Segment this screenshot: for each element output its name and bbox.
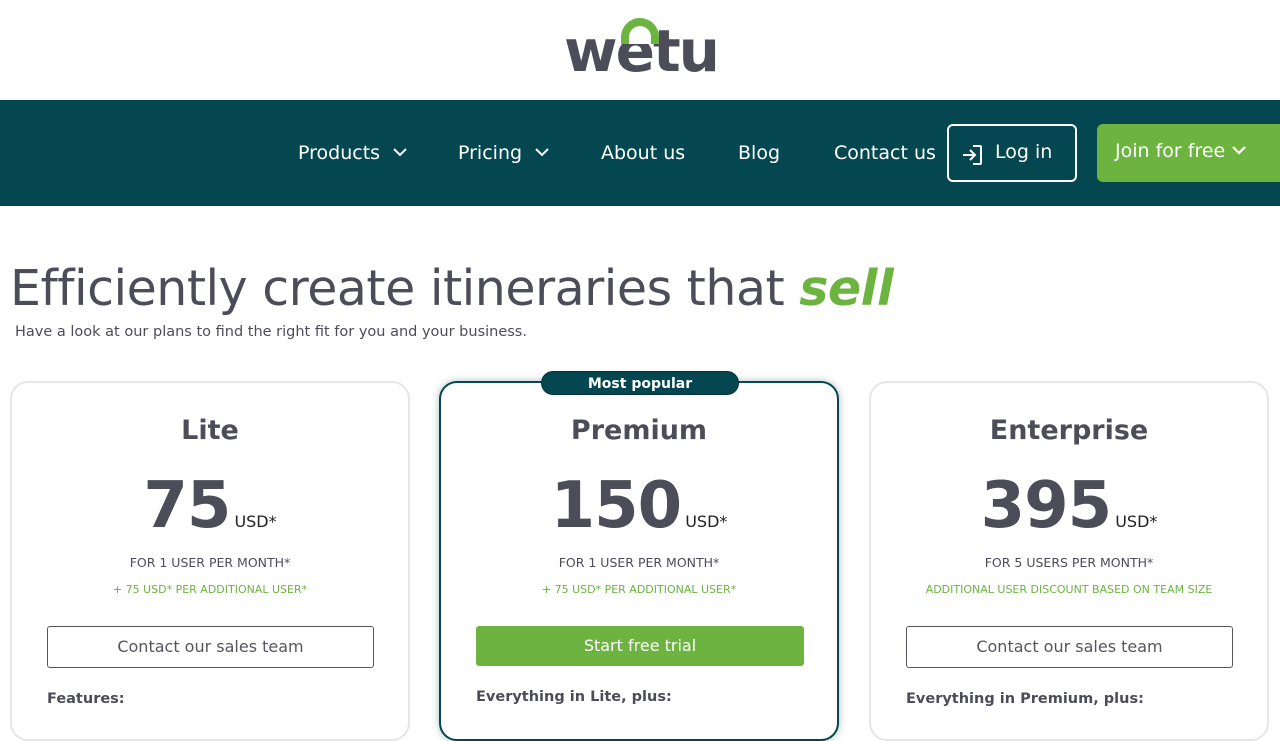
price-amount: 395 bbox=[980, 469, 1113, 543]
plan-price: 75 USD* bbox=[12, 471, 408, 541]
headline-accent: sell bbox=[799, 260, 894, 317]
nav-item-label: Pricing bbox=[458, 142, 523, 164]
top-bar: wetu bbox=[0, 0, 1280, 100]
headline-text: Efficiently create itineraries that bbox=[10, 260, 785, 317]
nav-item-products[interactable]: Products bbox=[298, 140, 408, 166]
plan-extra-user: ADDITIONAL USER DISCOUNT BASED ON TEAM S… bbox=[925, 583, 1213, 596]
page-title: Efficiently create itineraries that sell bbox=[10, 256, 894, 322]
plan-price: 395 USD* bbox=[871, 471, 1267, 541]
plan-price: 150 USD* bbox=[441, 471, 837, 541]
contact-sales-button[interactable]: Contact our sales team bbox=[47, 626, 374, 668]
price-amount: 75 bbox=[143, 469, 231, 543]
wetu-logo[interactable]: wetu bbox=[561, 18, 721, 82]
nav-item-contact-us[interactable]: Contact us bbox=[834, 140, 936, 166]
most-popular-badge: Most popular bbox=[541, 371, 739, 395]
plan-per-user: FOR 1 USER PER MONTH* bbox=[558, 555, 720, 570]
join-label: Join for free bbox=[1115, 140, 1226, 162]
login-button[interactable]: Log in bbox=[947, 124, 1077, 182]
nav-item-about-us[interactable]: About us bbox=[601, 140, 685, 166]
price-amount: 150 bbox=[550, 469, 683, 543]
chevron-down-icon bbox=[393, 148, 407, 157]
nav-item-label: About us bbox=[601, 142, 686, 164]
features-label: Features: bbox=[47, 691, 125, 707]
plan-card-premium: Most popular Premium 150 USD* FOR 1 USER … bbox=[439, 371, 839, 741]
chevron-down-icon bbox=[1232, 146, 1246, 155]
page-subtitle: Have a look at our plans to find the rig… bbox=[15, 324, 527, 340]
sign-in-icon bbox=[963, 145, 982, 165]
plan-card-lite: Lite 75 USD* FOR 1 USER PER MONTH* + 75 U… bbox=[10, 381, 410, 741]
plan-extra-user: + 75 USD* PER ADDITIONAL USER* bbox=[112, 583, 308, 596]
chevron-down-icon bbox=[535, 148, 549, 157]
start-free-trial-button[interactable]: Start free trial bbox=[476, 626, 804, 666]
nav-item-blog[interactable]: Blog bbox=[738, 140, 780, 166]
plan-name: Enterprise bbox=[989, 415, 1149, 446]
nav-item-label: Contact us bbox=[834, 142, 936, 164]
price-currency: USD* bbox=[234, 512, 277, 531]
main-nav: Products Pricing About us Blog Contact u… bbox=[0, 100, 1280, 206]
plan-per-user: FOR 1 USER PER MONTH* bbox=[129, 555, 291, 570]
price-currency: USD* bbox=[685, 512, 728, 531]
features-label: Everything in Premium, plus: bbox=[906, 691, 1144, 707]
login-label: Log in bbox=[995, 141, 1053, 163]
nav-item-label: Products bbox=[298, 142, 381, 164]
plan-extra-user: + 75 USD* PER ADDITIONAL USER* bbox=[541, 583, 737, 596]
features-label: Everything in Lite, plus: bbox=[476, 689, 672, 705]
plan-card-enterprise: Enterprise 395 USD* FOR 5 USERS PER MONTH… bbox=[869, 381, 1269, 741]
price-currency: USD* bbox=[1115, 512, 1158, 531]
nav-item-pricing[interactable]: Pricing bbox=[458, 140, 550, 166]
join-for-free-button[interactable]: Join for free bbox=[1097, 124, 1280, 182]
nav-item-label: Blog bbox=[738, 142, 780, 164]
plan-name: Premium bbox=[570, 415, 708, 446]
plan-per-user: FOR 5 USERS PER MONTH* bbox=[984, 555, 1154, 570]
contact-sales-button[interactable]: Contact our sales team bbox=[906, 626, 1233, 668]
plan-name: Lite bbox=[181, 415, 239, 446]
